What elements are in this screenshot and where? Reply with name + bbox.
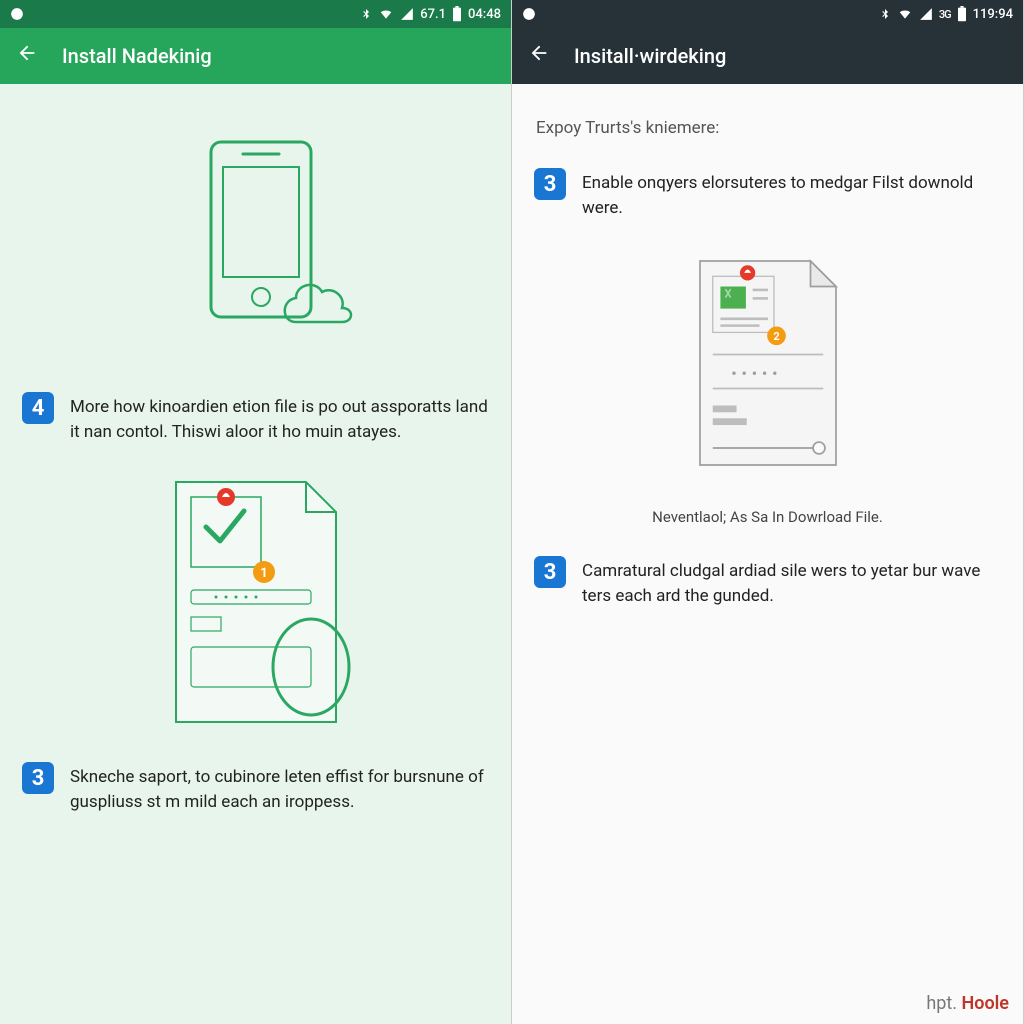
content: Expoy Trurts's kniemere: 3 Enable onqyer…	[512, 84, 1023, 609]
app-header: Install Nadekinig	[0, 28, 511, 84]
wifi-icon	[378, 7, 394, 21]
back-button[interactable]	[16, 42, 38, 70]
right-screen: 3G 119:94 Insitall·wirdeking Expoy Trurt…	[512, 0, 1024, 1024]
step-number-badge: 3	[534, 556, 566, 588]
step-3b: 3 Camratural cludgal ardiad sile wers to…	[534, 556, 1001, 608]
bluetooth-icon	[360, 7, 372, 21]
clock-text: 119:94	[973, 7, 1013, 22]
wifi-icon	[897, 7, 913, 21]
step-text: More how kinoardien etion file is po out…	[70, 392, 489, 444]
clock-text: 04:48	[468, 7, 501, 22]
left-screen: 67.1 04:48 Install Nadekinig 4 More ho	[0, 0, 512, 1024]
subtitle: Expoy Trurts's kniemere:	[536, 118, 1001, 138]
status-bar: 67.1 04:48	[0, 0, 511, 28]
app-icon	[10, 7, 24, 21]
step-text: Enable onqyers elorsuteres to medgar Fil…	[582, 168, 1001, 220]
data-icon: 3G	[939, 8, 951, 21]
app-header: Insitall·wirdeking	[512, 28, 1023, 84]
illustration-caption: Neventlaol; As Sa In Dowrload File.	[534, 508, 1001, 526]
step-text: Camratural cludgal ardiad sile wers to y…	[582, 556, 1001, 608]
app-icon	[522, 7, 536, 21]
step-4: 4 More how kinoardien etion file is po o…	[22, 392, 489, 444]
content: 4 More how kinoardien etion file is po o…	[0, 84, 511, 815]
document-illustration: 2	[534, 248, 1001, 478]
svg-text:1: 1	[260, 566, 267, 581]
svg-text:2: 2	[773, 330, 779, 343]
page-title: Insitall·wirdeking	[574, 44, 726, 68]
step-number-badge: 3	[22, 762, 54, 794]
step-text: Skneche saport, to cubinore leten effist…	[70, 762, 489, 814]
document-illustration: 1	[22, 472, 489, 732]
battery-icon	[957, 6, 967, 22]
page-title: Install Nadekinig	[62, 44, 212, 68]
bluetooth-icon	[879, 7, 891, 21]
step-3: 3 Skneche saport, to cubinore leten effi…	[22, 762, 489, 814]
back-button[interactable]	[528, 42, 550, 70]
cell-signal-icon	[400, 7, 414, 21]
status-bar: 3G 119:94	[512, 0, 1023, 28]
phone-illustration	[22, 132, 489, 362]
watermark: hpt. Hoole	[926, 993, 1009, 1014]
cell-signal-icon	[919, 7, 933, 21]
step-number-badge: 3	[534, 168, 566, 200]
step-3a: 3 Enable onqyers elorsuteres to medgar F…	[534, 168, 1001, 220]
signal-text: 67.1	[420, 7, 446, 22]
step-number-badge: 4	[22, 392, 54, 424]
battery-icon	[452, 6, 462, 22]
